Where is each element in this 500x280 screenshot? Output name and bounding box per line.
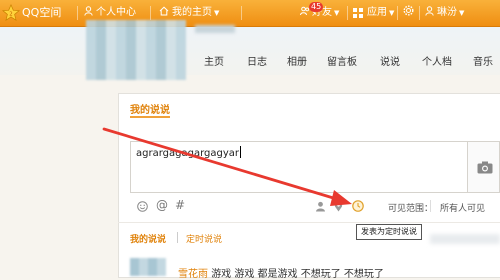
annotation-arrow-overlay <box>102 127 352 206</box>
annotation-arrow-head <box>330 190 352 206</box>
annotation-arrow-line <box>102 127 342 202</box>
